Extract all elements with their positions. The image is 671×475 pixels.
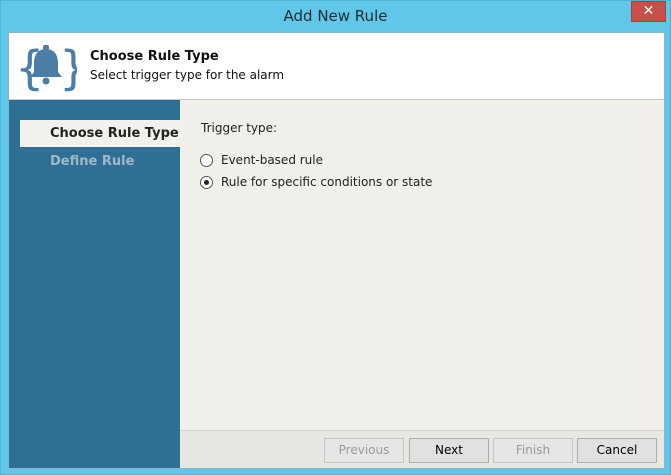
specific-conditions-label: Rule for specific conditions or state	[221, 175, 433, 189]
finish-button[interactable]: Finish	[493, 438, 573, 463]
svg-text:}: }	[59, 41, 77, 92]
wizard-header: { } Choose Rule Type Select trigger type…	[9, 33, 664, 100]
cancel-button[interactable]: Cancel	[577, 438, 657, 463]
close-button[interactable]: ✕	[631, 1, 666, 22]
trigger-type-label: Trigger type:	[201, 121, 278, 135]
page-subtitle: Select trigger type for the alarm	[90, 68, 285, 82]
add-new-rule-window: Add New Rule ✕ { } Choose Rule Type Sele…	[0, 0, 671, 475]
specific-conditions-radio[interactable]	[200, 175, 213, 189]
event-based-radio[interactable]	[200, 153, 213, 167]
option-specific-conditions[interactable]: Rule for specific conditions or state	[200, 173, 432, 191]
window-title: Add New Rule	[283, 7, 388, 25]
wizard-footer: Previous Next Finish Cancel	[180, 430, 664, 468]
wizard-steps-sidebar: Choose Rule Type Define Rule	[9, 100, 180, 468]
wizard-content: Trigger type: Event-based rule Rule for …	[180, 100, 664, 468]
previous-button[interactable]: Previous	[324, 438, 404, 463]
bell-in-braces-icon: { }	[15, 41, 77, 92]
step-define-rule[interactable]: Define Rule	[20, 148, 180, 175]
title-bar[interactable]: Add New Rule ✕	[1, 1, 670, 32]
page-title: Choose Rule Type	[90, 49, 219, 64]
event-based-label: Event-based rule	[221, 153, 323, 167]
next-button[interactable]: Next	[409, 438, 489, 463]
option-event-based[interactable]: Event-based rule	[200, 151, 323, 169]
dialog-client-area: { } Choose Rule Type Select trigger type…	[8, 32, 665, 469]
step-choose-rule-type[interactable]: Choose Rule Type	[20, 120, 180, 147]
